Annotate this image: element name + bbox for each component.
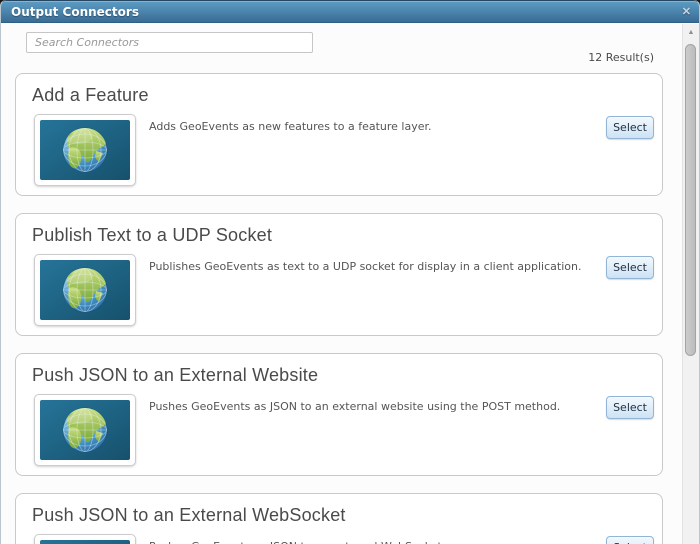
select-button[interactable]: Select	[606, 396, 654, 419]
output-connectors-dialog: Output Connectors ✕ 12 Result(s) Add a F…	[0, 0, 700, 544]
search-input[interactable]	[26, 32, 313, 53]
connector-list: Add a Feature Adds GeoEvents as new feat…	[15, 73, 663, 544]
scroll-up-icon[interactable]: ▲	[683, 26, 699, 40]
connector-thumbnail	[34, 254, 136, 326]
scrollbar-thumb[interactable]	[685, 44, 696, 356]
connector-card-publish-text-udp: Publish Text to a UDP Socket Publishes G…	[15, 213, 663, 336]
connector-thumbnail	[34, 114, 136, 186]
dialog-header: Output Connectors ✕	[1, 0, 699, 23]
connector-thumbnail	[34, 394, 136, 466]
globe-icon	[40, 540, 130, 544]
globe-icon	[40, 120, 130, 180]
connector-title: Push JSON to an External WebSocket	[32, 505, 346, 525]
close-icon[interactable]: ✕	[682, 5, 691, 19]
connector-card-push-json-websocket: Push JSON to an External WebSocket	[15, 493, 663, 544]
connector-description: Adds GeoEvents as new features to a feat…	[149, 120, 432, 133]
dialog-title: Output Connectors	[11, 5, 139, 19]
select-button[interactable]: Select	[606, 256, 654, 279]
connector-description: Pushes GeoEvents as JSON to an external …	[149, 400, 561, 413]
connector-card-push-json-website: Push JSON to an External Website Pushes …	[15, 353, 663, 476]
results-count: 12 Result(s)	[588, 51, 654, 64]
connector-description: Pushes GeoEvents as JSON to an external …	[149, 534, 445, 544]
connector-thumbnail	[34, 534, 136, 544]
connector-title: Add a Feature	[32, 85, 149, 105]
globe-icon	[40, 260, 130, 320]
connector-description: Publishes GeoEvents as text to a UDP soc…	[149, 260, 582, 273]
connector-card-add-a-feature: Add a Feature Adds GeoEvents as new feat…	[15, 73, 663, 196]
select-button[interactable]: Select	[606, 536, 654, 544]
globe-icon	[40, 400, 130, 460]
select-button[interactable]: Select	[606, 116, 654, 139]
scrollbar-track[interactable]: ▲	[682, 24, 699, 544]
connector-title: Publish Text to a UDP Socket	[32, 225, 273, 245]
connector-title: Push JSON to an External Website	[32, 365, 319, 385]
